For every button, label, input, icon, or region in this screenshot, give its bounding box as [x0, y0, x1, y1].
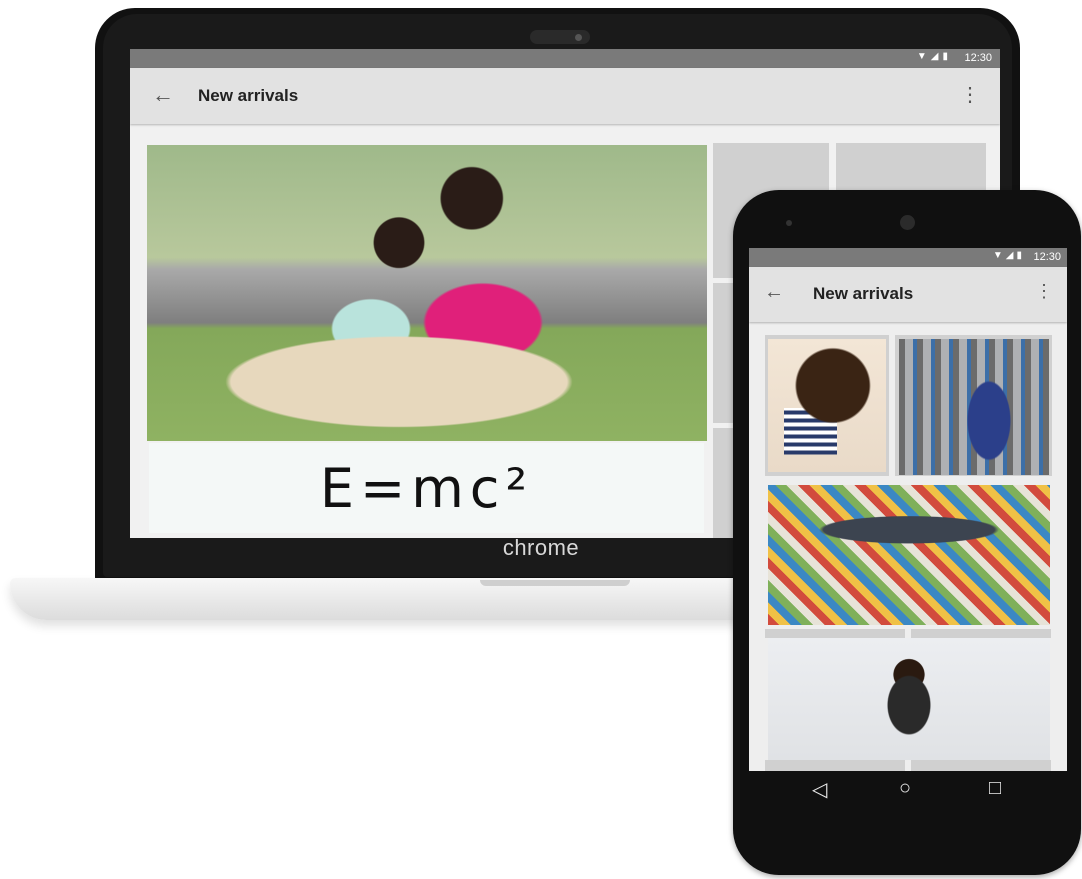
back-arrow-icon[interactable]: ← — [764, 281, 784, 304]
emc-text: E=mc² — [319, 456, 534, 520]
phone-screen: ▼◢▮ 12:30 ← New arrivals ⋮ — [749, 248, 1067, 771]
gallery-tile[interactable] — [911, 760, 1051, 771]
laptop-camera-icon — [575, 34, 582, 41]
app-bar: ← New arrivals ⋮ — [130, 68, 1000, 124]
gallery-image-girl-painting[interactable] — [768, 339, 886, 472]
gallery-image-dancer[interactable] — [768, 638, 1050, 760]
status-time: 12:30 — [964, 52, 992, 64]
signal-battery-icons: ▼◢▮ — [992, 250, 1025, 261]
gallery-tile[interactable] — [911, 629, 1051, 638]
status-time: 12:30 — [1033, 251, 1061, 263]
signal-battery-icons: ▼◢▮ — [916, 51, 952, 62]
phone-camera-icon — [900, 215, 915, 230]
gallery-image-kids-reading[interactable] — [147, 145, 707, 441]
page-title: New arrivals — [198, 86, 299, 105]
gallery-image-astronaut[interactable] — [899, 339, 1049, 475]
page-title: New arrivals — [813, 284, 914, 303]
status-bar: ▼◢▮ 12:30 — [130, 49, 1000, 68]
phone-status-bar: ▼◢▮ 12:30 — [749, 248, 1067, 267]
phone-nav-bar: ◁ ○ □ — [749, 771, 1067, 815]
nav-home-icon[interactable]: ○ — [899, 777, 911, 800]
overflow-menu-icon[interactable]: ⋮ — [1035, 281, 1053, 302]
phone-app-bar: ← New arrivals ⋮ — [749, 267, 1067, 322]
phone-sensor-icon — [786, 220, 792, 226]
nav-recents-icon[interactable]: □ — [989, 777, 1001, 800]
back-arrow-icon[interactable]: ← — [152, 82, 174, 108]
gallery-image-emc[interactable]: E=mc² — [149, 443, 704, 533]
gallery-tile[interactable] — [765, 629, 905, 638]
overflow-menu-icon[interactable]: ⋮ — [960, 82, 980, 107]
laptop-hinge — [480, 580, 630, 586]
gallery-tile[interactable] — [765, 760, 905, 771]
gallery-image-books[interactable] — [768, 485, 1050, 625]
nav-back-icon[interactable]: ◁ — [812, 777, 827, 802]
